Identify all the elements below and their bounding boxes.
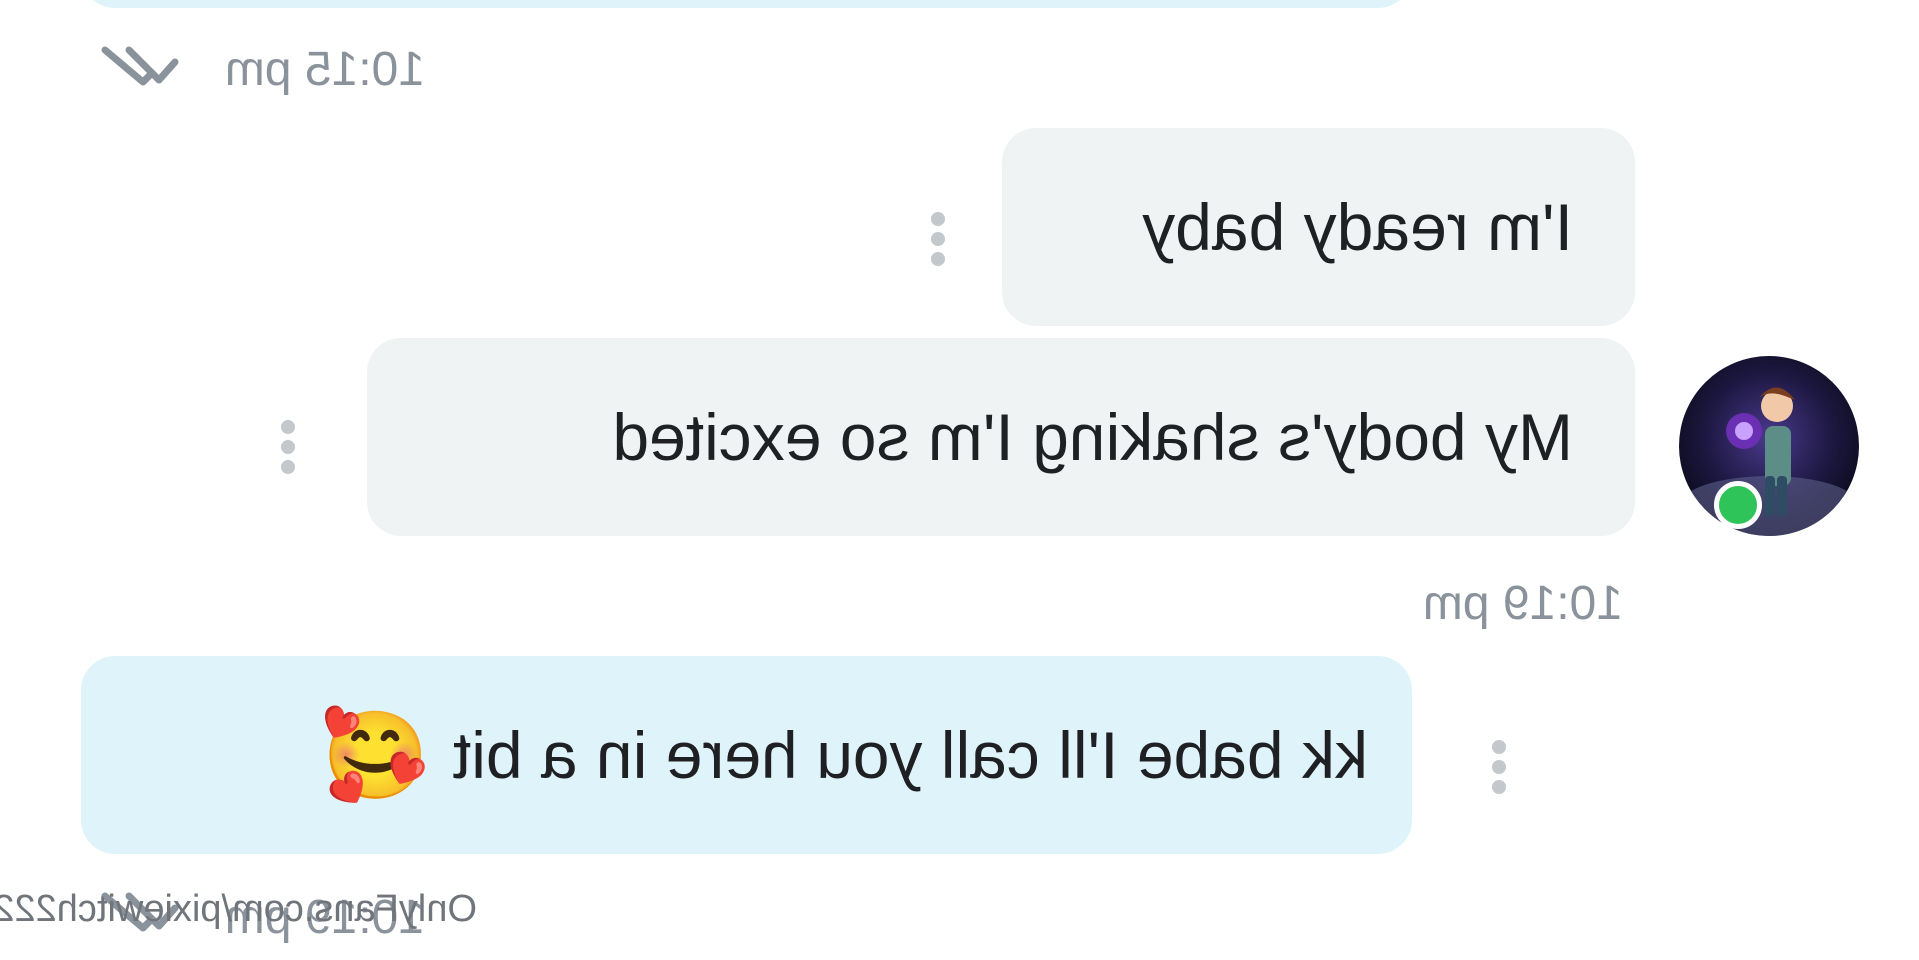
watermark-text: OnlyFans.com/pixiewitch222	[0, 888, 477, 930]
smiling-face-with-hearts-emoji: 🥰	[321, 707, 429, 804]
message-options-icon[interactable]	[1489, 740, 1509, 794]
message-timestamp: 10:19 pm	[1422, 577, 1623, 630]
message-text: kk babe I'll call you here in a bit	[452, 718, 1368, 792]
chat-screen: 10:15 pm I'm ready baby My body's shakin…	[0, 0, 1919, 960]
incoming-message-bubble[interactable]: I'm ready baby	[1002, 128, 1635, 326]
message-options-icon[interactable]	[278, 420, 298, 474]
cartoon-avatar-icon	[1679, 356, 1859, 536]
outgoing-message-bubble-top[interactable]	[81, 0, 1412, 8]
message-text: I'm ready baby	[1142, 190, 1573, 264]
sender-avatar[interactable]	[1679, 356, 1859, 536]
message-text: My body's shaking I'm so excited	[612, 400, 1573, 474]
mirrored-chat-layer: 10:15 pm I'm ready baby My body's shakin…	[0, 0, 1919, 960]
incoming-message-bubble[interactable]: My body's shaking I'm so excited	[367, 338, 1635, 536]
outgoing-message-bubble[interactable]: kk babe I'll call you here in a bit 🥰	[81, 656, 1412, 854]
message-timestamp: 10:15 pm	[224, 43, 425, 96]
online-status-indicator	[1714, 481, 1762, 529]
double-check-icon	[101, 46, 179, 86]
message-options-icon[interactable]	[928, 212, 948, 266]
